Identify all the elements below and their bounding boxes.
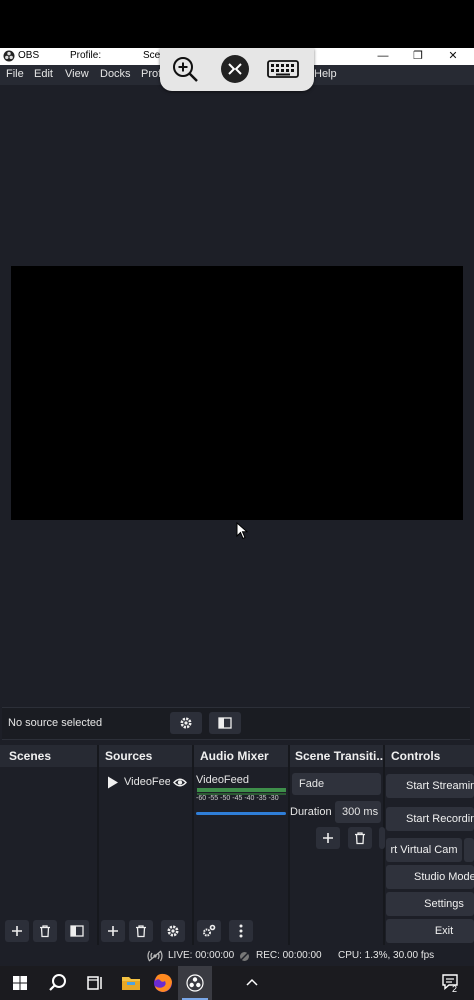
zoom-in-icon[interactable] [170,54,200,84]
meter-tick-label: -30 [268,795,279,802]
transition-properties-button[interactable] [379,827,385,849]
gear-icon [180,717,192,729]
task-view-icon[interactable] [79,969,111,997]
meter-tick-label: -50 [220,795,231,802]
obs-taskbar-button[interactable] [178,966,212,1000]
meter-scale: -60 -55 -50 -45 -40 -35 -30 [196,795,288,804]
source-properties-button[interactable] [161,920,185,942]
live-signal-icon [147,950,163,962]
meter-tick-label: -55 [208,795,219,802]
chevron-up-icon[interactable] [245,976,259,988]
obs-logo-icon [186,974,204,992]
plus-icon [108,926,118,936]
scene-transitions-dock-title: Scene Transiti... [295,749,383,763]
remove-transition-button[interactable] [348,827,372,849]
close-button[interactable]: ✕ [440,48,466,65]
source-list-item[interactable]: VideoFee [104,774,190,792]
source-toolbar: No source selected [2,707,470,740]
meter-tick-label: -60 [196,795,207,802]
settings-button[interactable]: Settings [386,892,474,916]
windows-start-icon[interactable] [4,969,36,997]
start-virtual-camera-button[interactable]: rt Virtual Cam [386,838,462,862]
menu-help[interactable]: Help [314,68,337,80]
add-transition-button[interactable] [316,827,340,849]
mixer-menu-button[interactable] [229,920,253,942]
advanced-audio-button[interactable] [197,920,221,942]
menu-view[interactable]: View [65,68,89,80]
source-properties-button[interactable] [170,712,202,734]
file-explorer-icon[interactable] [115,969,147,997]
cpu-fps: CPU: 1.3%, 30.00 fps [338,950,435,961]
status-bar: LIVE: 00:00:00 REC: 00:00:00 CPU: 1.3%, … [0,946,474,966]
rec-time: REC: 00:00:00 [256,950,322,961]
remove-scene-button[interactable] [33,920,57,942]
menu-edit[interactable]: Edit [34,68,53,80]
volume-slider[interactable] [196,812,286,815]
remote-toolbar [160,48,314,91]
duration-label: Duration [290,806,332,818]
top-black-band [0,0,474,48]
gear-icon [167,925,179,937]
meter-tick-label: -40 [244,795,255,802]
app-title: OBS [18,50,40,61]
maximize-button[interactable]: ❐ [405,48,431,65]
filter-panel-icon [218,717,232,729]
source-filters-button[interactable] [209,712,241,734]
add-source-button[interactable] [101,920,125,942]
meter-tick-label: -35 [256,795,267,802]
mouse-cursor-icon [236,522,248,540]
mixer-channel-name: VideoFeed [196,774,250,786]
trash-icon [355,832,365,845]
preview-canvas[interactable] [11,266,463,520]
obs-logo-icon [3,50,15,62]
plus-icon [323,833,333,843]
remote-connection-icon[interactable] [220,54,250,84]
firefox-icon[interactable] [147,969,179,997]
plus-icon [12,926,22,936]
remove-source-button[interactable] [129,920,153,942]
controls-dock-title: Controls [391,749,441,763]
windows-taskbar: 2 [0,966,474,1000]
duration-value: 300 ms [342,806,379,818]
notification-count: 2 [452,984,458,994]
search-icon[interactable] [42,969,74,997]
transition-type-select[interactable]: Fade [292,773,381,795]
gears-icon [203,924,216,937]
scene-filters-button[interactable] [65,920,89,942]
duration-input[interactable]: 300 ms [335,801,381,823]
more-vertical-icon [239,924,243,938]
filter-panel-icon [70,925,84,937]
menu-profile[interactable]: Prof [141,68,161,80]
minimize-button[interactable]: — [370,48,396,65]
media-play-icon [108,776,118,789]
trash-icon [40,925,50,938]
visibility-eye-icon[interactable] [173,777,187,788]
virtual-camera-settings-button[interactable] [464,838,474,862]
sources-dock-title: Sources [105,749,153,763]
dock-header-bar: Scenes Sources Audio Mixer Scene Transit… [0,745,474,767]
add-scene-button[interactable] [5,920,29,942]
trash-icon [136,925,146,938]
start-streaming-button[interactable]: Start Streamin [386,774,474,798]
menu-docks[interactable]: Docks [100,68,131,80]
studio-mode-button[interactable]: Studio Mode [386,865,474,889]
recording-disabled-icon [239,951,250,962]
dock-separator [288,745,290,945]
volume-meter-bar [197,788,286,792]
scenes-dock-title: Scenes [9,749,52,763]
menu-file[interactable]: File [6,68,24,80]
keyboard-icon[interactable] [267,54,299,84]
profile-label: Profile: [70,50,102,61]
dock-separator [192,745,194,945]
exit-button[interactable]: Exit [386,919,474,943]
audio-mixer-dock-title: Audio Mixer [200,749,269,763]
meter-tick-label: -45 [232,795,243,802]
dock-separator [97,745,99,945]
start-recording-button[interactable]: Start Recordin [386,807,474,831]
transition-type-value: Fade [299,778,325,790]
no-source-label: No source selected [8,717,103,729]
source-item-name: VideoFee [124,776,170,788]
live-time: LIVE: 00:00:00 [168,950,235,961]
